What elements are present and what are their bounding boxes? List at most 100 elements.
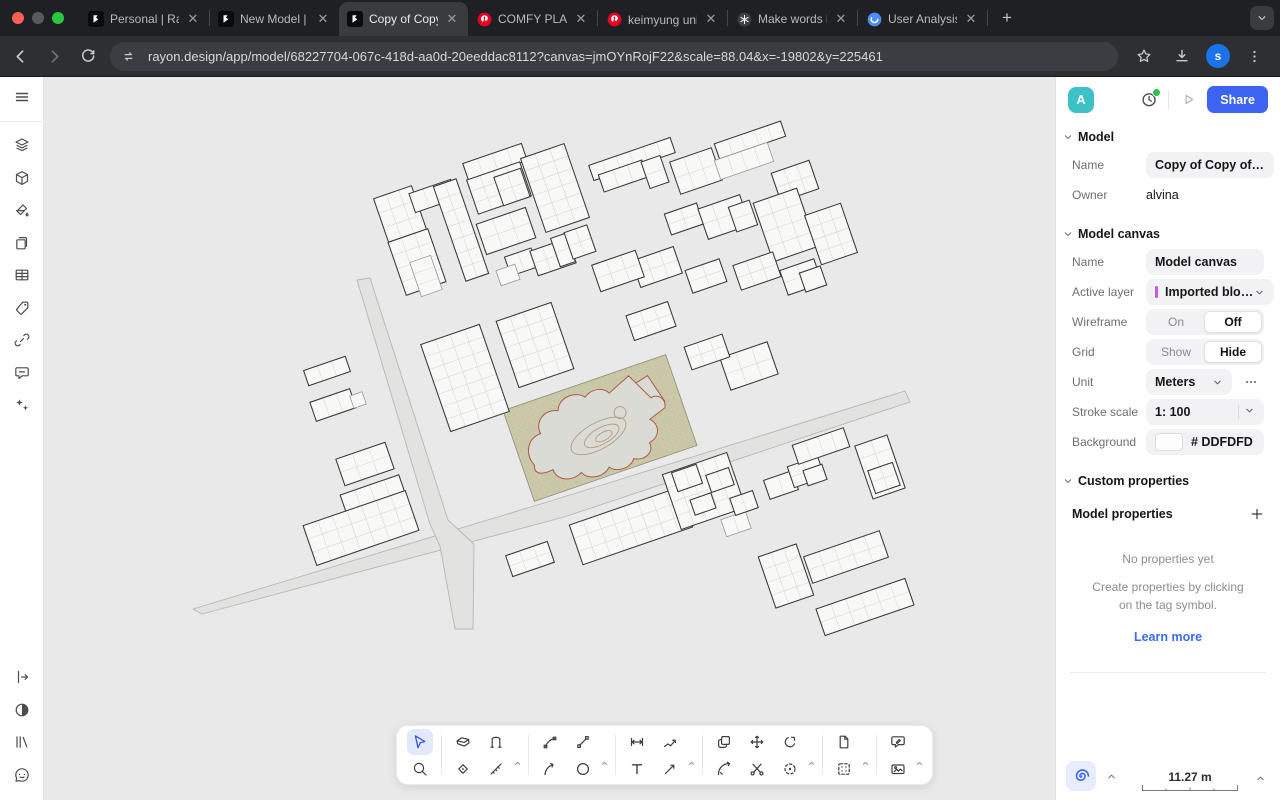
chevron-up-icon[interactable]: [915, 759, 924, 768]
assist-spiral-icon[interactable]: [1066, 761, 1096, 791]
pen-tool-button[interactable]: [537, 729, 563, 755]
arc-tool-button[interactable]: [537, 756, 563, 782]
tab-close-icon[interactable]: ✕: [963, 11, 979, 27]
site-info-icon[interactable]: [116, 44, 140, 68]
shape-tool-button[interactable]: [450, 756, 476, 782]
zoom-window-button[interactable]: [52, 12, 64, 24]
model-canvas-section-header[interactable]: Model canvas: [1072, 227, 1264, 241]
chevron-up-icon[interactable]: [687, 759, 696, 768]
circle-tool-button[interactable]: [570, 756, 596, 782]
ai-icon[interactable]: [7, 390, 37, 420]
tab-search-chevron-icon[interactable]: [1250, 6, 1274, 30]
wireframe-off-option[interactable]: Off: [1204, 311, 1262, 333]
help-icon[interactable]: [7, 760, 37, 790]
url-text[interactable]: rayon.design/app/model/68227704-067c-418…: [148, 49, 883, 64]
reload-button[interactable]: [74, 42, 102, 70]
back-button[interactable]: [6, 42, 34, 70]
tab-close-icon[interactable]: ✕: [833, 11, 849, 27]
unit-select[interactable]: Meters: [1146, 369, 1232, 395]
background-color-swatch[interactable]: [1155, 433, 1183, 451]
browser-profile-avatar[interactable]: s: [1206, 44, 1230, 68]
model-canvas-area[interactable]: [44, 76, 1055, 800]
offset-tool-button[interactable]: [777, 756, 803, 782]
chevron-up-icon[interactable]: [1255, 773, 1266, 784]
browser-tab-7[interactable]: User Analysis - 43✕: [858, 2, 987, 36]
model-section-header[interactable]: Model: [1072, 130, 1264, 144]
model-name-input[interactable]: Copy of Copy of New M…: [1146, 152, 1274, 178]
library-icon[interactable]: [7, 727, 37, 757]
line-tool-button[interactable]: [570, 729, 596, 755]
share-button[interactable]: Share: [1207, 86, 1268, 113]
custom-properties-section-header[interactable]: Custom properties: [1072, 474, 1264, 488]
browser-tab-3[interactable]: Copy of Copy of N✕: [339, 2, 468, 36]
hatch-tool-button[interactable]: [831, 756, 857, 782]
tab-close-icon[interactable]: ✕: [444, 11, 460, 27]
materials-icon[interactable]: [7, 195, 37, 225]
dimension-tool-button[interactable]: [624, 729, 650, 755]
browser-menu-icon[interactable]: [1240, 42, 1268, 70]
text-tool-button[interactable]: [624, 756, 650, 782]
measure-tool-button[interactable]: [483, 756, 509, 782]
history-icon[interactable]: [1137, 88, 1161, 112]
wireframe-toggle[interactable]: On Off: [1146, 309, 1264, 335]
export-icon[interactable]: [7, 662, 37, 692]
comments-icon[interactable]: [7, 358, 37, 388]
chevron-up-icon[interactable]: [600, 759, 609, 768]
tab-close-icon[interactable]: ✕: [703, 11, 719, 27]
chevron-up-icon[interactable]: [807, 759, 816, 768]
pages-icon[interactable]: [7, 228, 37, 258]
duplicate-tool-button[interactable]: [711, 729, 737, 755]
browser-tab-5[interactable]: keimyung uni 계명✕: [598, 2, 727, 36]
canvas-name-input[interactable]: Model canvas: [1146, 249, 1264, 275]
leader-tool-button[interactable]: [657, 729, 683, 755]
stroke-scale-select[interactable]: 1: 100: [1146, 399, 1264, 425]
unit-more-options-icon[interactable]: [1238, 369, 1264, 395]
chevron-up-icon[interactable]: [513, 759, 522, 768]
render-tool-button[interactable]: [885, 756, 911, 782]
door-tool-button[interactable]: [483, 729, 509, 755]
site-plan-drawing[interactable]: [44, 76, 1055, 800]
chevron-up-icon[interactable]: [1106, 771, 1117, 782]
fillet-tool-button[interactable]: [711, 756, 737, 782]
present-play-icon[interactable]: [1176, 88, 1200, 112]
wireframe-on-option[interactable]: On: [1148, 311, 1204, 333]
model-icon[interactable]: [7, 163, 37, 193]
add-property-icon[interactable]: [1250, 507, 1264, 521]
browser-tab-4[interactable]: COMFY PLACE | W✕: [468, 2, 597, 36]
browser-tab-1[interactable]: Personal | Rayon✕: [80, 2, 209, 36]
tab-close-icon[interactable]: ✕: [185, 11, 201, 27]
browser-tab-2[interactable]: New Model | Rayon✕: [210, 2, 339, 36]
arrow-tool-button[interactable]: [657, 756, 683, 782]
learn-more-link[interactable]: Learn more: [1072, 628, 1264, 647]
new-tab-button[interactable]: +: [994, 5, 1020, 31]
grid-hide-option[interactable]: Hide: [1204, 341, 1262, 363]
active-layer-select[interactable]: Imported blocks: [1146, 279, 1274, 305]
layers-icon[interactable]: [7, 130, 37, 160]
tags-icon[interactable]: [7, 293, 37, 323]
theme-icon[interactable]: [7, 695, 37, 725]
zoom-tool-button[interactable]: [407, 756, 433, 782]
split-tool-button[interactable]: [744, 756, 770, 782]
grid-show-option[interactable]: Show: [1148, 341, 1204, 363]
tables-icon[interactable]: [7, 260, 37, 290]
grid-toggle[interactable]: Show Hide: [1146, 339, 1264, 365]
chevron-up-icon[interactable]: [861, 759, 870, 768]
links-icon[interactable]: [7, 325, 37, 355]
download-icon[interactable]: [1168, 42, 1196, 70]
rotate-tool-button[interactable]: [777, 729, 803, 755]
select-tool-button[interactable]: [407, 729, 433, 755]
menu-icon[interactable]: [7, 82, 37, 112]
forward-button[interactable]: [40, 42, 68, 70]
tab-close-icon[interactable]: ✕: [315, 11, 331, 27]
close-window-button[interactable]: [12, 12, 24, 24]
minimize-window-button[interactable]: [32, 12, 44, 24]
user-avatar[interactable]: A: [1068, 87, 1094, 113]
rectangle-tool-button[interactable]: [450, 729, 476, 755]
background-color-control[interactable]: # DDFDFD: [1146, 429, 1264, 455]
file-tool-button[interactable]: [831, 729, 857, 755]
browser-tab-6[interactable]: Make words bigge✕: [728, 2, 857, 36]
tab-close-icon[interactable]: ✕: [573, 11, 589, 27]
bookmark-star-icon[interactable]: [1130, 42, 1158, 70]
comment-tool-button[interactable]: [885, 729, 911, 755]
address-bar[interactable]: rayon.design/app/model/68227704-067c-418…: [110, 42, 1118, 71]
